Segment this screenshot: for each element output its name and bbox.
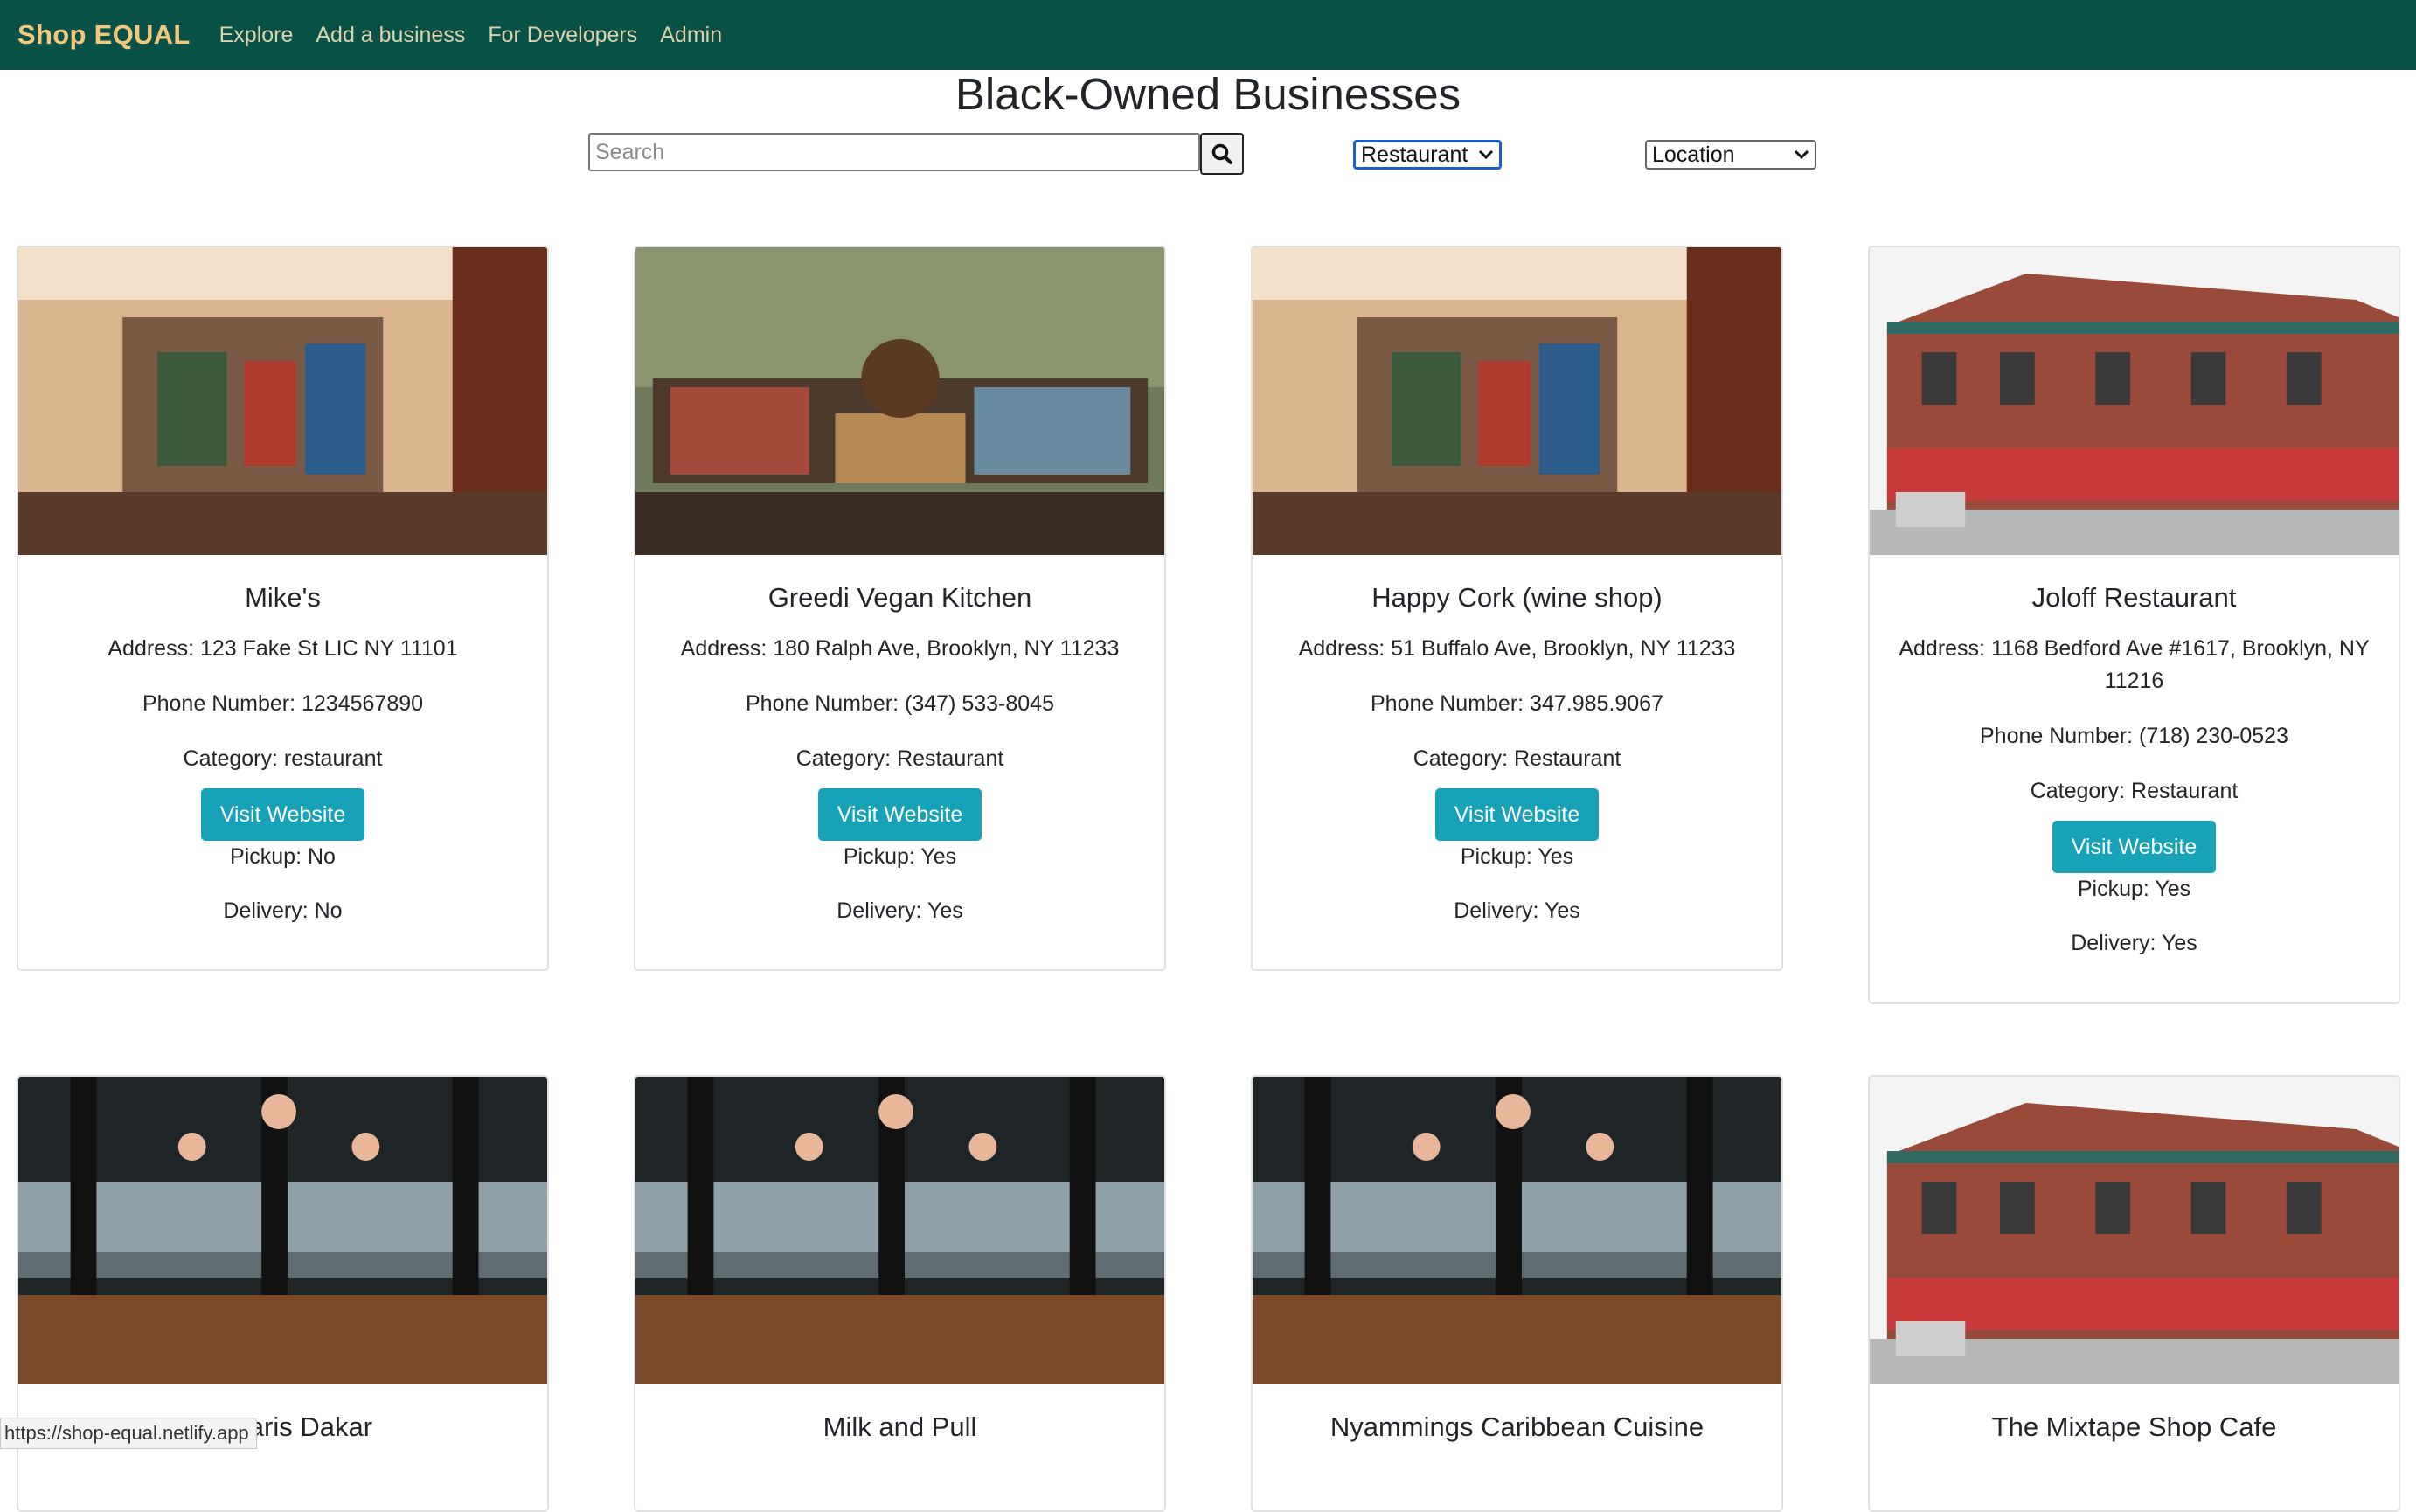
business-phone: Phone Number: (718) 230-0523: [1979, 724, 2288, 749]
top-navbar: Shop EQUAL Explore Add a business For De…: [0, 0, 2416, 70]
business-card: Joloff Restaurant Address: 1168 Bedford …: [1868, 246, 2400, 1004]
business-category: Category: Restaurant: [795, 746, 1004, 772]
business-photo: [635, 247, 1164, 555]
business-photo: [1870, 1077, 2399, 1384]
business-name: Mike's: [245, 582, 321, 613]
visit-website-button[interactable]: Visit Website: [1434, 788, 1600, 842]
business-pickup: Pickup: Yes: [2077, 877, 2191, 902]
business-pickup: Pickup: Yes: [843, 844, 957, 870]
business-category: Category: restaurant: [183, 746, 383, 772]
business-delivery: Delivery: Yes: [1454, 898, 1580, 924]
search-icon: [1211, 143, 1232, 164]
business-delivery: Delivery: No: [223, 898, 343, 924]
visit-website-button[interactable]: Visit Website: [2052, 821, 2217, 874]
link-status-bar: https://shop-equal.netlify.app: [0, 1418, 257, 1449]
business-name: Joloff Restaurant: [2031, 582, 2237, 613]
business-phone: Phone Number: 1234567890: [142, 691, 424, 717]
search-button[interactable]: [1200, 133, 1244, 175]
business-card: Mike's Address: 123 Fake St LIC NY 11101…: [17, 246, 549, 971]
nav-add-business[interactable]: Add a business: [316, 23, 465, 48]
business-photo: [635, 1077, 1164, 1384]
business-delivery: Delivery: Yes: [837, 898, 963, 924]
business-pickup: Pickup: No: [230, 844, 336, 870]
page-title: Black-Owned Businesses: [955, 69, 1461, 119]
category-select-value: Restaurant: [1361, 142, 1468, 167]
business-phone: Phone Number: 347.985.9067: [1371, 691, 1663, 717]
visit-website-button[interactable]: Visit Website: [200, 788, 365, 842]
business-photo: [18, 247, 547, 555]
business-category: Category: Restaurant: [2030, 779, 2239, 804]
nav-explore[interactable]: Explore: [219, 23, 294, 48]
business-phone: Phone Number: (347) 533-8045: [745, 691, 1054, 717]
business-photo: [1253, 247, 1781, 555]
search-input[interactable]: [588, 133, 1200, 171]
nav-admin[interactable]: Admin: [660, 23, 722, 48]
visit-website-button[interactable]: Visit Website: [817, 788, 982, 842]
business-card: Nyammings Caribbean Cuisine: [1251, 1075, 1783, 1512]
business-address: Address: 51 Buffalo Ave, Brooklyn, NY 11…: [1298, 636, 1736, 662]
business-photo: [1253, 1077, 1781, 1384]
chevron-down-icon: [1478, 149, 1494, 160]
business-address: Address: 180 Ralph Ave, Brooklyn, NY 112…: [680, 636, 1120, 662]
business-card: Milk and Pull: [634, 1075, 1166, 1512]
category-select[interactable]: Restaurant: [1353, 140, 1502, 170]
business-name: The Mixtape Shop Cafe: [1991, 1411, 2277, 1442]
business-address: Address: 123 Fake St LIC NY 11101: [108, 636, 458, 662]
business-name: Greedi Vegan Kitchen: [767, 582, 1032, 613]
business-card: Happy Cork (wine shop) Address: 51 Buffa…: [1251, 246, 1783, 971]
business-category: Category: Restaurant: [1413, 746, 1621, 772]
business-name: Nyammings Caribbean Cuisine: [1329, 1411, 1704, 1442]
business-photo: [1870, 247, 2399, 555]
business-delivery: Delivery: Yes: [2071, 931, 2197, 956]
nav-for-developers[interactable]: For Developers: [488, 23, 637, 48]
location-select[interactable]: Location: [1645, 140, 1816, 170]
business-card: Greedi Vegan Kitchen Address: 180 Ralph …: [634, 246, 1166, 971]
business-name: Happy Cork (wine shop): [1371, 582, 1663, 613]
business-photo: [18, 1077, 547, 1384]
chevron-down-icon: [1794, 149, 1809, 160]
business-pickup: Pickup: Yes: [1460, 844, 1574, 870]
brand-logo[interactable]: Shop EQUAL: [17, 19, 191, 51]
business-address: Address: 1168 Bedford Ave #1617, Brookly…: [1899, 636, 2370, 694]
business-card: The Mixtape Shop Cafe: [1868, 1075, 2400, 1512]
business-name: Milk and Pull: [823, 1411, 977, 1442]
location-select-value: Location: [1652, 142, 1735, 167]
